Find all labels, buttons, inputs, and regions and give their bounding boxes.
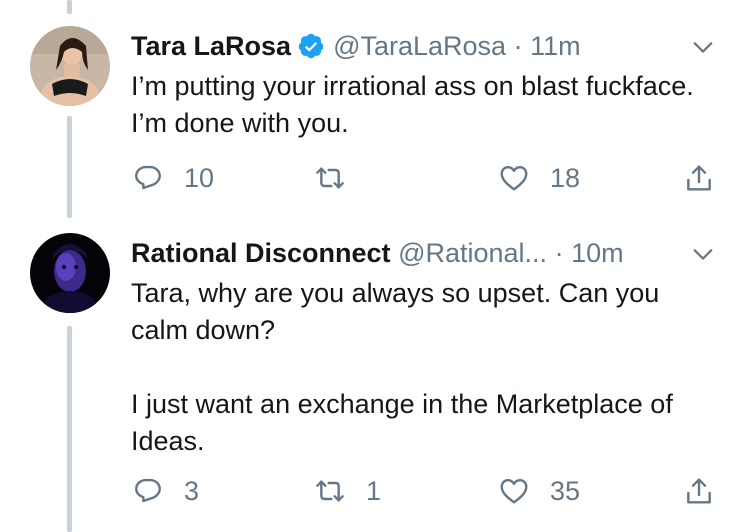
share-button[interactable] <box>683 158 715 198</box>
chevron-down-icon[interactable] <box>692 243 714 265</box>
separator-dot: · <box>554 238 564 268</box>
retweet-button[interactable]: 1 <box>314 471 381 511</box>
reply-count: 3 <box>184 475 200 506</box>
retweet-icon <box>316 480 344 502</box>
tweet-text-line: I’m putting your irrational ass on blast… <box>131 71 694 138</box>
retweet-count: 1 <box>366 475 382 506</box>
user-handle[interactable]: @Rational... <box>398 238 547 268</box>
like-button[interactable]: 18 <box>498 158 580 198</box>
tweet-header: Tara LaRosa @TaraLaRosa · 11m <box>131 30 581 62</box>
tweet-tara[interactable]: Tara LaRosa @TaraLaRosa · 11m I’m putting… <box>0 0 750 210</box>
tweet-actions: 10 18 <box>0 158 750 198</box>
tweet-rational-disconnect[interactable]: Rational Disconnect @Rational... · 10m T… <box>0 210 750 532</box>
reply-icon <box>135 478 161 503</box>
tweet-actions: 3 1 35 <box>0 471 750 511</box>
heart-icon <box>500 479 528 504</box>
avatar[interactable] <box>30 26 110 106</box>
tweet-text-line: I just want an exchange in the Marketpla… <box>131 389 673 456</box>
share-icon <box>687 478 711 504</box>
separator-dot: · <box>513 31 523 61</box>
tweet-text: Tara, why are you always so upset. Can y… <box>131 275 721 460</box>
display-name[interactable]: Rational Disconnect <box>131 238 391 268</box>
user-handle[interactable]: @TaraLaRosa <box>333 31 506 61</box>
like-button[interactable]: 35 <box>498 471 580 511</box>
reply-button[interactable]: 10 <box>132 158 214 198</box>
retweet-button[interactable] <box>314 158 366 198</box>
verified-badge-icon <box>298 33 324 59</box>
tweet-text: I’m putting your irrational ass on blast… <box>131 68 731 142</box>
display-name[interactable]: Tara LaRosa <box>131 31 291 61</box>
share-button[interactable] <box>683 471 715 511</box>
tweet-header: Rational Disconnect @Rational... · 10m <box>131 237 624 269</box>
chevron-down-icon[interactable] <box>692 36 714 58</box>
tweet-text-line: Tara, why are you always so upset. Can y… <box>131 278 660 345</box>
reply-button[interactable]: 3 <box>132 471 199 511</box>
reply-icon <box>135 165 161 190</box>
like-count: 18 <box>550 162 581 193</box>
avatar[interactable] <box>30 233 110 313</box>
heart-icon <box>500 166 528 191</box>
timestamp[interactable]: 11m <box>530 31 581 61</box>
retweet-icon <box>316 167 344 189</box>
reply-count: 10 <box>184 162 215 193</box>
share-icon <box>687 165 711 191</box>
like-count: 35 <box>550 475 581 506</box>
timestamp[interactable]: 10m <box>571 238 624 268</box>
